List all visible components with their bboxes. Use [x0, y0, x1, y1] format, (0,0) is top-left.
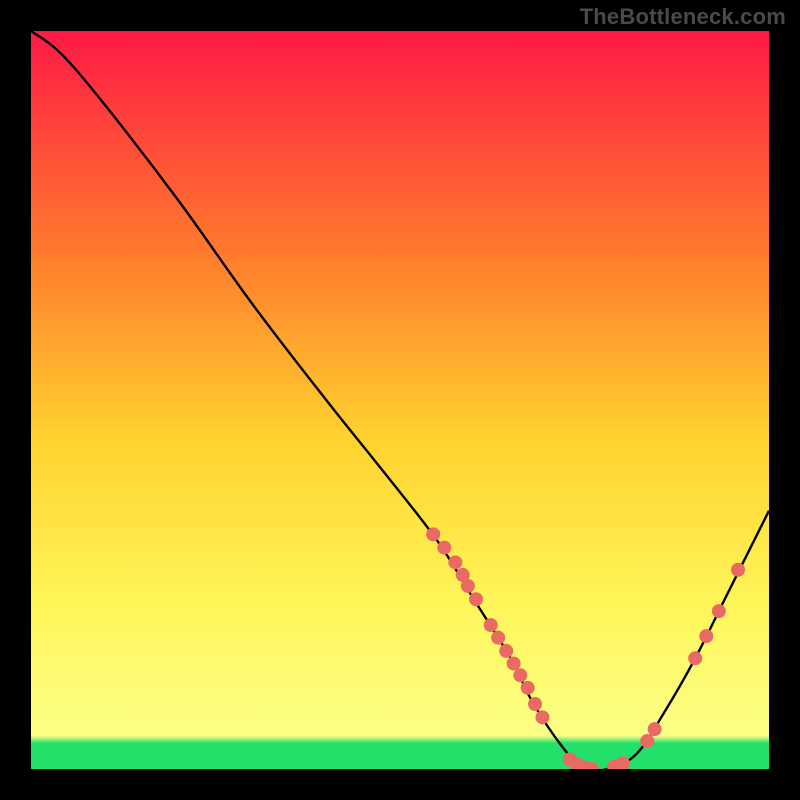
curve-marker [688, 651, 702, 665]
curve-marker [699, 629, 713, 643]
curve-marker [535, 710, 549, 724]
curve-marker [507, 656, 521, 670]
bottleneck-chart [31, 31, 769, 769]
watermark-text: TheBottleneck.com [580, 4, 786, 30]
curve-marker [640, 734, 654, 748]
chart-frame: TheBottleneck.com [0, 0, 800, 800]
curve-marker [426, 527, 440, 541]
curve-marker [712, 604, 726, 618]
curve-marker [731, 563, 745, 577]
gradient-background [31, 31, 769, 769]
curve-marker [491, 631, 505, 645]
curve-marker [528, 697, 542, 711]
curve-marker [469, 592, 483, 606]
curve-marker [484, 618, 498, 632]
curve-marker [448, 555, 462, 569]
curve-marker [513, 668, 527, 682]
curve-marker [521, 681, 535, 695]
curve-marker [648, 722, 662, 736]
curve-marker [461, 579, 475, 593]
curve-marker [437, 541, 451, 555]
curve-marker [499, 644, 513, 658]
plot-area [31, 31, 769, 769]
